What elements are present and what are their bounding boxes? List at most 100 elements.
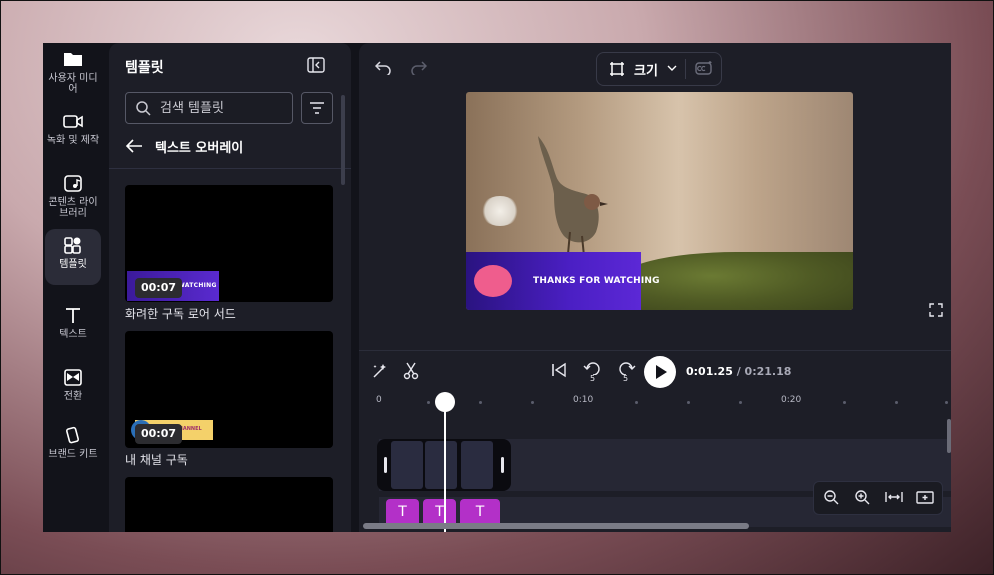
zoom-out-icon[interactable]	[823, 489, 839, 505]
ruler-dot	[531, 401, 534, 404]
template-card[interactable]	[125, 477, 333, 532]
timeline-divider	[359, 350, 951, 351]
folder-icon	[64, 53, 82, 66]
resize-menu[interactable]: 크기	[596, 52, 722, 86]
templates-icon	[64, 237, 81, 254]
rail-item-label: 브랜드 키트	[48, 449, 98, 460]
forward-seconds: 5	[623, 374, 629, 383]
rail-item-text[interactable]: 텍스트	[45, 299, 101, 355]
template-search[interactable]	[125, 92, 293, 124]
template-card[interactable]: CHANNEL 00:07	[125, 331, 333, 448]
playhead-line	[444, 400, 446, 532]
waving-hand-icon	[474, 265, 512, 297]
ruler-dot	[687, 401, 690, 404]
ruler-dot	[479, 401, 482, 404]
magic-wand-icon[interactable]	[371, 362, 389, 380]
video-camera-icon	[63, 115, 83, 128]
preview-flower	[480, 196, 520, 226]
resize-label: 크기	[634, 64, 658, 79]
back-label: 텍스트 오버레이	[155, 141, 244, 156]
timeline-vertical-scrollbar[interactable]	[947, 419, 951, 453]
captions-icon[interactable]	[695, 60, 713, 76]
collapse-panel-icon[interactable]	[307, 57, 325, 73]
panel-scrollbar[interactable]	[341, 95, 345, 185]
forward-icon	[619, 362, 636, 376]
rail-item-templates[interactable]: 템플릿	[45, 229, 101, 285]
video-preview[interactable]: THANKS FOR WATCHING	[466, 92, 853, 310]
template-card-title: 내 채널 구독	[125, 453, 188, 467]
preview-bird	[538, 136, 608, 257]
search-input[interactable]	[160, 99, 286, 117]
forward-5s-button[interactable]: 5	[616, 360, 636, 384]
clip-trim-handle-right[interactable]	[501, 457, 504, 473]
rail-item-label: 녹화 및 제작	[46, 135, 100, 146]
ruler-dot	[739, 401, 742, 404]
search-icon	[136, 101, 151, 116]
rail-item-brand-kit[interactable]: 브랜드 키트	[45, 419, 101, 475]
divider	[685, 59, 686, 79]
ruler-label: 0:10	[573, 395, 594, 405]
fullscreen-icon[interactable]	[929, 303, 943, 317]
editor-main: 크기 THANKS FOR WATCHING 5 5 0:01.25 / 0:2…	[359, 43, 951, 532]
banner-text: THANKS FOR WATCHING	[533, 276, 660, 286]
playhead-handle[interactable]	[435, 392, 455, 412]
media-library-icon	[64, 175, 82, 192]
rail-item-label: 텍스트	[59, 329, 87, 340]
time-display: 0:01.25 / 0:21.18	[686, 365, 791, 378]
ruler-label: 0	[376, 395, 382, 405]
templates-panel: 템플릿 텍스트 오버레이 FOR WATCHING 00:07 화려한 구독 로…	[109, 43, 351, 532]
rail-item-label: 전환	[63, 391, 83, 402]
rail-item-content-library[interactable]: 콘텐츠 라이브러리	[45, 167, 101, 223]
timeline-options-icon[interactable]	[916, 489, 934, 505]
aspect-ratio-icon	[610, 62, 624, 76]
fit-to-width-icon[interactable]	[885, 489, 903, 505]
rail-item-label: 사용자 미디어	[48, 73, 98, 95]
arrow-left-icon	[125, 139, 142, 153]
ruler-dot	[895, 401, 898, 404]
rail-item-transitions[interactable]: 전환	[45, 361, 101, 417]
ruler-dot	[427, 401, 430, 404]
text-icon	[66, 308, 80, 323]
brand-kit-icon	[66, 426, 80, 444]
nav-rail: 사용자 미디어 녹화 및 제작 콘텐츠 라이브러리 템플릿 텍스트 전환 브랜드…	[43, 43, 107, 532]
clip-thumbnail	[461, 441, 493, 489]
editor-app: 사용자 미디어 녹화 및 제작 콘텐츠 라이브러리 템플릿 텍스트 전환 브랜드…	[43, 43, 951, 532]
rewind-icon	[583, 362, 600, 376]
total-time: / 0:21.18	[736, 365, 792, 378]
clip-trim-handle-left[interactable]	[384, 457, 387, 473]
clip-thumbnail	[425, 441, 457, 489]
template-card[interactable]: FOR WATCHING 00:07	[125, 185, 333, 302]
chevron-down-icon	[667, 65, 677, 71]
rail-item-label: 콘텐츠 라이브러리	[48, 197, 98, 219]
play-button[interactable]	[644, 356, 676, 388]
undo-icon[interactable]	[375, 59, 391, 75]
panel-title: 템플릿	[125, 60, 164, 76]
current-time: 0:01.25	[686, 365, 733, 378]
rewind-seconds: 5	[590, 374, 596, 383]
rail-item-my-media[interactable]: 사용자 미디어	[45, 43, 101, 99]
clip-thumbnail	[391, 441, 423, 489]
filter-button[interactable]	[301, 92, 333, 124]
ruler-dot	[945, 401, 948, 404]
ruler-dot	[843, 401, 846, 404]
timeline-zoom-controls	[813, 481, 943, 515]
skip-to-start-icon[interactable]	[551, 362, 567, 378]
playback-controls: 5 5 0:01.25 / 0:21.18	[359, 356, 951, 388]
transition-icon	[64, 369, 82, 386]
scissors-icon[interactable]	[403, 362, 419, 380]
play-icon	[656, 365, 667, 379]
rail-item-record-create[interactable]: 녹화 및 제작	[45, 105, 101, 161]
duration-badge: 00:07	[135, 278, 183, 298]
filter-icon	[310, 102, 324, 114]
preview-overlay-banner: THANKS FOR WATCHING	[466, 252, 660, 310]
zoom-in-icon[interactable]	[854, 489, 870, 505]
timeline-horizontal-scrollbar[interactable]	[363, 523, 749, 529]
rewind-5s-button[interactable]: 5	[583, 360, 603, 384]
template-card-title: 화려한 구독 로어 서드	[125, 307, 236, 321]
ruler-dot	[635, 401, 638, 404]
panel-divider	[109, 168, 351, 169]
duration-badge: 00:07	[135, 424, 183, 444]
rail-item-label: 템플릿	[59, 259, 87, 270]
redo-icon[interactable]	[411, 59, 427, 75]
ruler-label: 0:20	[781, 395, 802, 405]
